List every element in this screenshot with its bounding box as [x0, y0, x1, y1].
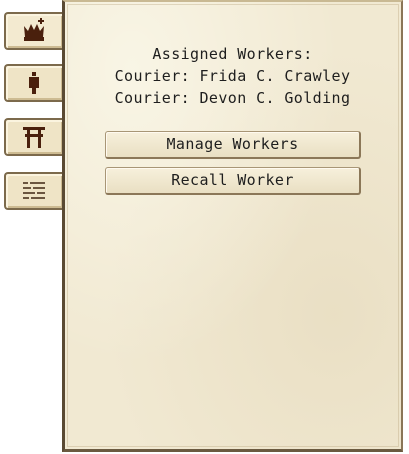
assigned-workers-title: Assigned Workers: [152, 45, 313, 63]
recall-worker-button[interactable]: Recall Worker [105, 167, 361, 195]
manage-workers-button[interactable]: Manage Workers [105, 131, 361, 159]
worker-entry: Courier: Frida C. Crawley [114, 67, 351, 85]
tab-list[interactable] [4, 172, 62, 210]
tab-info[interactable] [4, 64, 62, 102]
crown-icon [20, 17, 48, 45]
torii-gate-icon [20, 123, 48, 151]
bell-icon [20, 69, 48, 97]
worker-entry: Courier: Devon C. Golding [114, 89, 351, 107]
tab-building[interactable] [4, 118, 62, 156]
list-icon [20, 177, 48, 205]
tab-main[interactable] [4, 12, 62, 50]
